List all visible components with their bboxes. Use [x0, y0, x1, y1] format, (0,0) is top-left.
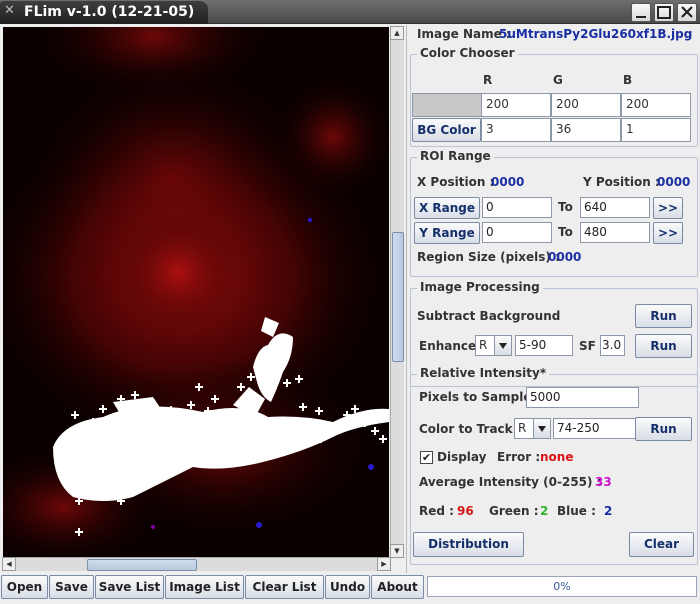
x-range-next-button[interactable]: >>	[653, 197, 683, 219]
swatch-g-field[interactable]: 200	[551, 93, 621, 117]
average-intensity-value: 33	[595, 475, 612, 489]
enhance-label: Enhance	[419, 339, 477, 353]
title-tab: ✕ FLim v-1.0 (12-21-05)	[0, 1, 208, 24]
region-size-label: Region Size (pixels) :	[417, 250, 560, 264]
subtract-run-button[interactable]: Run	[635, 304, 692, 328]
x-to-field[interactable]: 640	[580, 197, 650, 218]
horizontal-scrollbar[interactable]: ◀ ▶	[2, 557, 391, 571]
sf-label: SF	[579, 339, 596, 353]
x-position-value: 0000	[491, 175, 525, 189]
header-b: B	[623, 73, 633, 87]
swatch-r-field[interactable]: 200	[481, 93, 551, 117]
undo-button[interactable]: Undo	[325, 575, 370, 599]
image-frame: ▲ ▼ ◀ ▶	[0, 25, 406, 573]
minimize-icon[interactable]	[631, 3, 651, 22]
sf-field[interactable]: 3.0	[600, 335, 625, 356]
image-processing-title: Image Processing	[417, 280, 543, 294]
bg-b-field[interactable]: 1	[621, 118, 691, 142]
average-intensity-label: Average Intensity (0-255) :	[419, 475, 602, 489]
vertical-scroll-thumb[interactable]	[392, 232, 404, 362]
window-menu-icon[interactable]: ✕	[4, 3, 20, 21]
x-from-field[interactable]: 0	[482, 197, 552, 218]
vertical-scrollbar[interactable]: ▲ ▼	[390, 26, 404, 558]
bg-r-field[interactable]: 3	[481, 118, 551, 142]
color-to-track-label: Color to Track	[419, 422, 513, 436]
roi-range-section: ROI Range X Position : 0000 Y Position :…	[410, 149, 698, 277]
pixels-to-sample-field[interactable]: 5000	[526, 387, 639, 408]
green-value: 2	[540, 504, 549, 518]
save-button[interactable]: Save	[49, 575, 94, 599]
y-position-label: Y Position :	[583, 175, 660, 189]
bg-g-field[interactable]: 36	[551, 118, 621, 142]
error-value: none	[540, 450, 574, 464]
image-name-value: 5uMtransPy2Glu260xf1B.jpg	[499, 27, 693, 41]
swatch-b-field[interactable]: 200	[621, 93, 691, 117]
relative-intensity-section: Relative Intensity* Pixels to Sample 500…	[410, 366, 698, 565]
scroll-right-icon[interactable]: ▶	[377, 557, 391, 571]
enhance-channel-select[interactable]: R	[475, 335, 512, 356]
error-label: Error :	[497, 450, 541, 464]
blue-label: Blue :	[557, 504, 596, 518]
clear-button[interactable]: Clear	[629, 532, 694, 557]
chevron-down-icon[interactable]	[533, 419, 550, 438]
y-range-button[interactable]: Y Range	[414, 222, 480, 244]
scroll-up-icon[interactable]: ▲	[390, 26, 404, 40]
y-from-field[interactable]: 0	[482, 222, 552, 243]
image-list-button[interactable]: Image List	[165, 575, 244, 599]
progress-label: 0%	[553, 580, 571, 593]
track-channel-value: R	[518, 421, 527, 435]
blue-value: 2	[604, 504, 613, 518]
color-swatch	[412, 93, 482, 117]
y-position-value: 0000	[657, 175, 691, 189]
relative-intensity-title: Relative Intensity*	[417, 366, 550, 380]
open-button[interactable]: Open	[1, 575, 48, 599]
image-name-label: Image Name :	[417, 27, 511, 41]
x-range-button[interactable]: X Range	[414, 197, 480, 219]
title-bar: ✕ FLim v-1.0 (12-21-05)	[0, 0, 700, 24]
enhance-channel-value: R	[479, 338, 488, 352]
progress-bar: 0%	[427, 576, 697, 597]
x-position-label: X Position :	[417, 175, 495, 189]
red-label: Red :	[419, 504, 454, 518]
x-to-label: To	[558, 200, 573, 214]
y-to-field[interactable]: 480	[580, 222, 650, 243]
header-g: G	[553, 73, 563, 87]
region-size-value: 0000	[548, 250, 582, 264]
about-button[interactable]: About	[371, 575, 424, 599]
display-label: Display	[437, 450, 487, 464]
color-chooser-section: Color Chooser R G B 200 200 200 BG Color…	[410, 46, 698, 147]
enhance-run-button[interactable]: Run	[635, 334, 692, 358]
chevron-down-icon[interactable]	[494, 336, 511, 355]
bg-color-button[interactable]: BG Color	[412, 118, 481, 142]
close-icon[interactable]	[677, 3, 697, 22]
pixels-to-sample-label: Pixels to Sample	[419, 390, 532, 404]
red-value: 96	[457, 504, 474, 518]
fluorescence-image[interactable]	[3, 27, 389, 557]
horizontal-scroll-thumb[interactable]	[87, 559, 197, 571]
save-list-button[interactable]: Save List	[95, 575, 164, 599]
scroll-down-icon[interactable]: ▼	[390, 544, 404, 558]
roi-range-title: ROI Range	[417, 149, 494, 163]
subtract-background-label: Subtract Background	[417, 309, 561, 323]
track-channel-select[interactable]: R	[514, 418, 551, 439]
control-panel: Image Name : 5uMtransPy2Glu260xf1B.jpg C…	[406, 25, 700, 573]
scroll-left-icon[interactable]: ◀	[2, 557, 16, 571]
display-checkbox[interactable]: ✔	[420, 451, 433, 464]
header-r: R	[483, 73, 493, 87]
y-range-next-button[interactable]: >>	[653, 222, 683, 244]
bottom-toolbar: Open Save Save List Image List Clear Lis…	[0, 573, 700, 604]
clear-list-button[interactable]: Clear List	[245, 575, 324, 599]
enhance-range-field[interactable]: 5-90	[515, 335, 573, 356]
green-label: Green :	[489, 504, 539, 518]
color-chooser-title: Color Chooser	[417, 46, 518, 60]
track-run-button[interactable]: Run	[635, 417, 692, 441]
distribution-button[interactable]: Distribution	[413, 532, 524, 557]
window-title: FLim v-1.0 (12-21-05)	[24, 4, 195, 20]
maximize-icon[interactable]	[654, 3, 674, 22]
track-range-field[interactable]: 74-250	[553, 418, 639, 439]
y-to-label: To	[558, 225, 573, 239]
